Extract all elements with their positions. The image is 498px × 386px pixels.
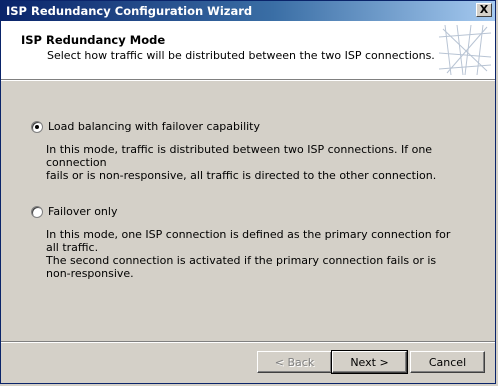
wizard-header: ISP Redundancy Mode Select how traffic w… (1, 21, 495, 80)
load-balancing-radio[interactable] (31, 121, 43, 133)
next-button[interactable]: Next > (331, 350, 408, 374)
back-button[interactable]: < Back (257, 351, 332, 373)
page-title: ISP Redundancy Mode (21, 33, 166, 47)
wizard-graphic-icon (437, 23, 493, 77)
close-button[interactable]: X (476, 3, 492, 17)
failover-only-description: In this mode, one ISP connection is defi… (46, 228, 466, 280)
load-balancing-label[interactable]: Load balancing with failover capability (48, 120, 260, 133)
window-title: ISP Redundancy Configuration Wizard (6, 4, 253, 18)
description-line: The second connection is activated if th… (46, 254, 437, 267)
description-line: non-responsive. (46, 267, 134, 280)
radio-selected-dot (35, 125, 39, 129)
cancel-button[interactable]: Cancel (410, 351, 485, 373)
close-icon: X (479, 3, 489, 16)
page-subtitle: Select how traffic will be distributed b… (47, 49, 435, 62)
load-balancing-description: In this mode, traffic is distributed bet… (46, 143, 466, 182)
title-bar[interactable]: ISP Redundancy Configuration Wizard X (1, 1, 495, 21)
failover-only-radio[interactable] (31, 206, 43, 218)
description-line: In this mode, traffic is distributed bet… (46, 143, 433, 169)
description-line: fails or is non-responsive, all traffic … (46, 169, 437, 182)
header-divider (1, 80, 495, 81)
description-line: In this mode, one ISP connection is defi… (46, 228, 451, 254)
failover-only-label[interactable]: Failover only (48, 205, 117, 218)
footer-divider-highlight (1, 342, 495, 343)
wizard-window: ISP Redundancy Configuration Wizard X IS… (0, 0, 496, 384)
